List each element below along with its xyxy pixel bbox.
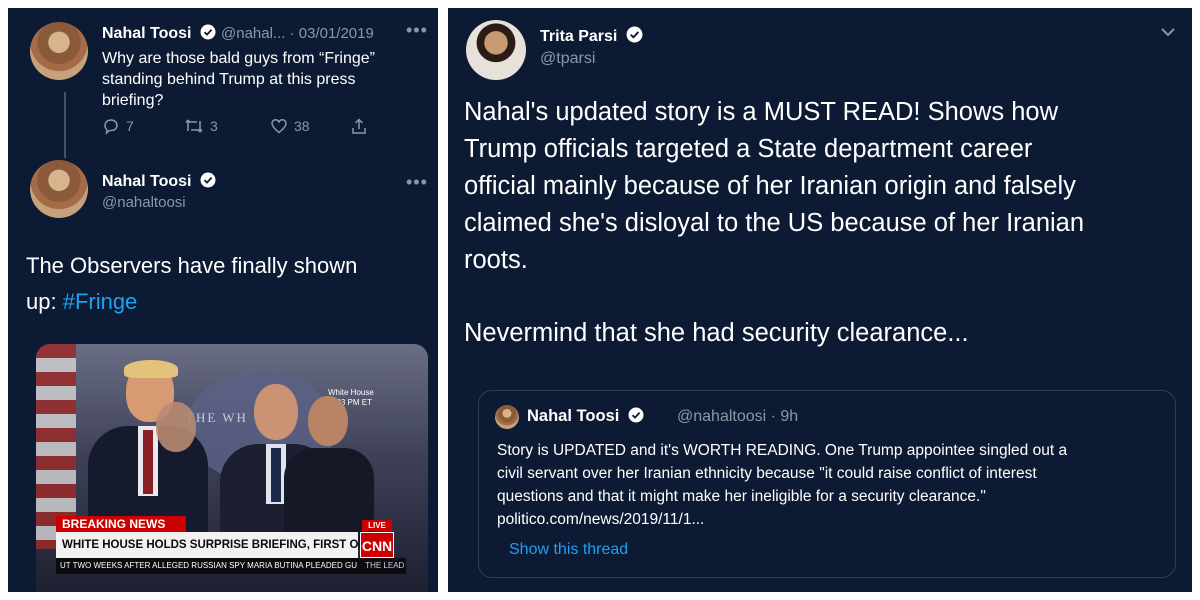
like-button[interactable]: 38 xyxy=(270,116,310,136)
tweet-text: Nahal's updated story is a MUST READ! Sh… xyxy=(464,94,1184,352)
retweet-icon xyxy=(185,119,203,133)
right-screenshot-panel: Trita Parsi @tparsi Nahal's updated stor… xyxy=(448,8,1192,592)
person-figure xyxy=(284,396,374,548)
tweet-media-image[interactable]: THE WH White House 4:33 PM ET BREAKING N… xyxy=(36,344,428,592)
author-name-text: Trita Parsi xyxy=(540,28,618,45)
live-tag: LIVE xyxy=(362,520,392,531)
avatar[interactable] xyxy=(466,20,526,80)
program-name: THE LEAD xyxy=(365,561,405,570)
verified-badge-icon xyxy=(626,26,643,43)
avatar[interactable] xyxy=(495,405,519,429)
heart-icon xyxy=(271,119,287,134)
author-name-text: Nahal Toosi xyxy=(102,25,192,42)
tweet-text: Why are those bald guys from “Fringe” st… xyxy=(102,48,422,111)
avatar[interactable] xyxy=(30,22,88,80)
share-icon xyxy=(352,118,366,134)
reply-icon xyxy=(104,119,118,135)
more-options-icon[interactable]: ••• xyxy=(406,20,428,41)
reply-count: 7 xyxy=(126,118,134,134)
handle-and-date: @nahal... · 03/01/2019 xyxy=(221,25,374,42)
retweet-count: 3 xyxy=(210,118,218,134)
tweet-text-line: official mainly because of her Iranian o… xyxy=(464,172,1076,200)
like-count: 38 xyxy=(294,118,310,134)
tweet-text-line: Trump officials targeted a State departm… xyxy=(464,135,1033,163)
chevron-down-icon[interactable] xyxy=(1160,26,1176,38)
quoted-text-line: Story is UPDATED and it's WORTH READING.… xyxy=(497,442,1068,459)
cnn-logo: CNN xyxy=(360,532,394,558)
headline-bar: WHITE HOUSE HOLDS SURPRISE BRIEFING, FIR… xyxy=(56,532,358,558)
author-name-text: Nahal Toosi xyxy=(102,173,192,190)
handle-and-time: @nahaltoosi · 9h xyxy=(677,408,799,425)
ticker-text: UT TWO WEEKS AFTER ALLEGED RUSSIAN SPY M… xyxy=(60,561,357,570)
verified-badge-icon xyxy=(200,24,216,40)
author-handle[interactable]: @nahaltoosi xyxy=(102,194,186,211)
ticker-bar: UT TWO WEEKS AFTER ALLEGED RUSSIAN SPY M… xyxy=(56,558,406,574)
tweet-text-line: The Observers have finally shown xyxy=(26,253,358,278)
quoted-tweet-text: Story is UPDATED and it's WORTH READING.… xyxy=(497,439,1167,531)
quoted-text-link[interactable]: politico.com/news/2019/11/1... xyxy=(497,508,1167,531)
quoted-text-line: civil servant over her Iranian ethnicity… xyxy=(497,465,1037,482)
thread-connector-line xyxy=(64,92,66,158)
tweet-text-line: Why are those bald guys from “Fringe” xyxy=(102,50,375,67)
author-handle[interactable]: @tparsi xyxy=(540,50,595,68)
author-name[interactable]: Nahal Toosi xyxy=(527,407,644,426)
retweet-button[interactable]: 3 xyxy=(184,116,218,136)
more-options-icon[interactable]: ••• xyxy=(406,172,428,193)
author-name[interactable]: Nahal Toosi xyxy=(102,24,216,43)
hashtag-link[interactable]: #Fringe xyxy=(63,289,138,314)
verified-badge-icon xyxy=(628,407,644,423)
author-name[interactable]: Trita Parsi xyxy=(540,26,643,46)
show-thread-link[interactable]: Show this thread xyxy=(509,541,628,559)
verified-badge-icon xyxy=(200,172,216,188)
tweet-text-line: Nevermind that she had security clearanc… xyxy=(464,319,969,347)
quoted-tweet-card[interactable]: Nahal Toosi @nahaltoosi · 9h Story is UP… xyxy=(478,390,1176,578)
author-name[interactable]: Nahal Toosi xyxy=(102,172,216,191)
author-name-text: Nahal Toosi xyxy=(527,407,620,425)
quoted-text-line: questions and that it might make her ine… xyxy=(497,488,986,505)
breaking-news-bar: BREAKING NEWS xyxy=(56,516,186,532)
tweet-text-line: roots. xyxy=(464,246,528,274)
tweet-text-line: Nahal's updated story is a MUST READ! Sh… xyxy=(464,98,1058,126)
tweet-text-line: claimed she's disloyal to the US because… xyxy=(464,209,1085,237)
tweet-text: The Observers have finally shown up: #Fr… xyxy=(26,248,426,320)
avatar[interactable] xyxy=(30,160,88,218)
person-figure xyxy=(156,402,196,452)
tweet-text-line: standing behind Trump at this press xyxy=(102,71,356,88)
tweet-text-line: up: #Fringe xyxy=(26,284,426,320)
share-button[interactable] xyxy=(350,116,368,136)
left-screenshot-panel: Nahal Toosi @nahal... · 03/01/2019 ••• W… xyxy=(8,8,438,592)
tweet-text-line: briefing? xyxy=(102,92,164,109)
tweet-text-prefix: up: xyxy=(26,289,63,314)
reply-button[interactable]: 7 xyxy=(102,116,134,136)
